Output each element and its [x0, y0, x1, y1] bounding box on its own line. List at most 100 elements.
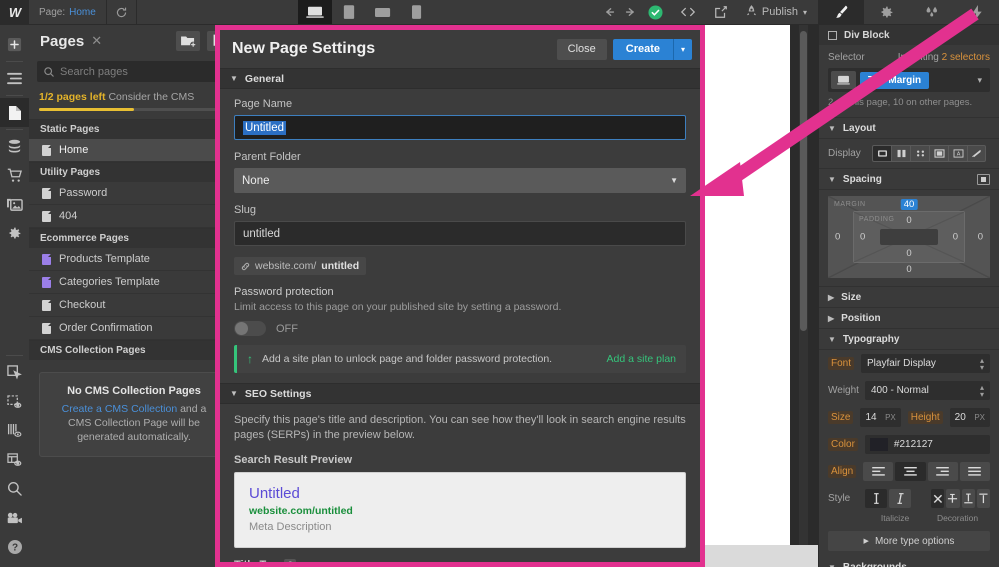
page-row-order-confirmation[interactable]: Order Confirmation [29, 317, 239, 340]
section-spacing[interactable]: ▼ Spacing [819, 169, 999, 190]
rail-audit-button[interactable] [0, 416, 29, 445]
stepper-icon[interactable]: ▴ ▾ [980, 356, 984, 371]
canvas-vertical-scrollbar[interactable] [799, 25, 808, 545]
selector-chip[interactable]: Top Margin [860, 71, 930, 89]
create-options-caret-icon[interactable]: ▾ [673, 38, 692, 60]
font-size-unit[interactable]: PX [885, 413, 896, 422]
close-icon[interactable]: ✕ [91, 33, 102, 49]
font-weight-select[interactable]: 400 - Normal ▴ ▾ [865, 381, 990, 400]
page-row-categories-template[interactable]: Categories Template [29, 271, 239, 294]
rail-select-tool-button[interactable] [0, 358, 29, 387]
export-icon[interactable] [705, 0, 738, 24]
tab-effects-panel[interactable] [954, 0, 999, 24]
line-height-input[interactable]: 20 PX [949, 408, 990, 427]
align-justify-button[interactable] [959, 462, 990, 481]
rail-page-audit-button[interactable] [0, 445, 29, 474]
padding-left-input[interactable]: 0 [860, 232, 865, 243]
desktop-icon[interactable] [831, 71, 856, 89]
selector-control[interactable]: Top Margin ▾ [828, 68, 990, 92]
password-protection-toggle[interactable] [234, 321, 266, 336]
device-mobile-landscape-button[interactable] [366, 0, 401, 24]
color-swatch[interactable] [869, 438, 888, 451]
scrollbar-thumb[interactable] [800, 31, 807, 331]
page-row-checkout[interactable]: Checkout [29, 294, 239, 317]
padding-top-input[interactable]: 0 [906, 215, 911, 226]
page-row-404[interactable]: 404 [29, 205, 239, 228]
rail-help-button[interactable]: ? [0, 532, 29, 561]
page-row-password[interactable]: Password [29, 182, 239, 205]
parent-folder-select[interactable]: None ▼ [234, 168, 686, 193]
align-left-button[interactable] [863, 462, 894, 481]
align-center-button[interactable] [895, 462, 926, 481]
rail-video-button[interactable] [0, 503, 29, 532]
modal-section-seo[interactable]: ▼ SEO Settings [220, 383, 700, 404]
display-grid-button[interactable] [910, 145, 929, 162]
display-inline-button[interactable]: A [948, 145, 967, 162]
rail-cms-button[interactable] [0, 132, 29, 161]
preview-refresh-icon[interactable] [107, 0, 137, 24]
webflow-logo[interactable]: W [0, 0, 29, 24]
display-block-button[interactable] [872, 145, 891, 162]
align-right-button[interactable] [927, 462, 958, 481]
padding-right-input[interactable]: 0 [953, 232, 958, 243]
close-button[interactable]: Close [556, 38, 607, 60]
font-family-select[interactable]: Playfair Display ▴ ▾ [861, 354, 990, 373]
device-tablet-button[interactable] [332, 0, 367, 24]
slug-input[interactable]: untitled [234, 221, 686, 246]
rail-preview-selection-button[interactable] [0, 387, 29, 416]
tab-interactions-panel[interactable] [909, 0, 955, 24]
rail-assets-button[interactable] [0, 190, 29, 219]
code-icon[interactable] [672, 0, 705, 24]
margin-left-input[interactable]: 0 [835, 232, 840, 243]
strikethrough-button[interactable] [946, 489, 960, 508]
section-position[interactable]: ▶ Position [819, 308, 999, 329]
line-height-unit[interactable]: PX [974, 413, 985, 422]
upright-button[interactable] [865, 489, 887, 508]
device-desktop-button[interactable] [298, 0, 333, 24]
no-decoration-button[interactable] [931, 489, 945, 508]
section-typography[interactable]: ▼ Typography [819, 329, 999, 350]
device-mobile-portrait-button[interactable] [400, 0, 435, 24]
create-button[interactable]: Create [612, 38, 673, 60]
rail-add-button[interactable] [0, 30, 29, 59]
padding-bottom-input[interactable]: 0 [906, 248, 911, 259]
stepper-icon[interactable]: ▴ ▾ [980, 383, 984, 398]
rail-site-settings-button[interactable] [0, 219, 29, 248]
selected-element-header[interactable]: Div Block [819, 25, 999, 45]
chevron-down-icon[interactable]: ▾ [977, 75, 987, 86]
italic-button[interactable] [889, 489, 911, 508]
page-row-home[interactable]: Home [29, 139, 239, 162]
section-backgrounds[interactable]: ▼ Backgrounds [819, 557, 999, 567]
display-inline-block-button[interactable] [929, 145, 948, 162]
create-cms-collection-link[interactable]: Create a CMS Collection [62, 403, 178, 415]
tab-settings-panel[interactable] [864, 0, 910, 24]
slug-preview-link[interactable]: website.com/untitled [234, 257, 367, 275]
display-flex-button[interactable] [891, 145, 910, 162]
rail-pages-button[interactable] [0, 98, 29, 127]
spacing-mode-icon[interactable] [977, 173, 990, 185]
text-color-input[interactable]: #212127 [864, 435, 990, 454]
rail-navigator-button[interactable] [0, 64, 29, 93]
page-row-products-template[interactable]: Products Template [29, 248, 239, 271]
publish-button[interactable]: Publish ▾ [738, 0, 818, 24]
question-icon[interactable]: ? [284, 559, 297, 562]
display-none-button[interactable] [967, 145, 986, 162]
add-site-plan-link[interactable]: Add a site plan [607, 353, 676, 365]
tab-style-panel[interactable] [819, 0, 865, 24]
margin-bottom-input[interactable]: 0 [906, 264, 911, 275]
redo-icon[interactable] [617, 0, 639, 24]
font-size-input[interactable]: 14 PX [860, 408, 901, 427]
section-layout[interactable]: ▼ Layout [819, 118, 999, 139]
margin-top-input[interactable]: 40 [900, 199, 918, 210]
page-name-input[interactable]: Untitled [234, 115, 686, 140]
new-folder-icon[interactable] [176, 31, 200, 51]
more-type-options-button[interactable]: ▶ More type options [828, 531, 990, 551]
overline-button[interactable] [976, 489, 990, 508]
modal-section-general[interactable]: ▼ General [220, 68, 700, 89]
margin-right-input[interactable]: 0 [978, 232, 983, 243]
section-size[interactable]: ▶ Size [819, 287, 999, 308]
rail-search-button[interactable] [0, 474, 29, 503]
rail-ecommerce-button[interactable] [0, 161, 29, 190]
publish-caret-icon[interactable]: ▾ [803, 8, 807, 17]
search-input[interactable]: Search pages [37, 61, 231, 82]
